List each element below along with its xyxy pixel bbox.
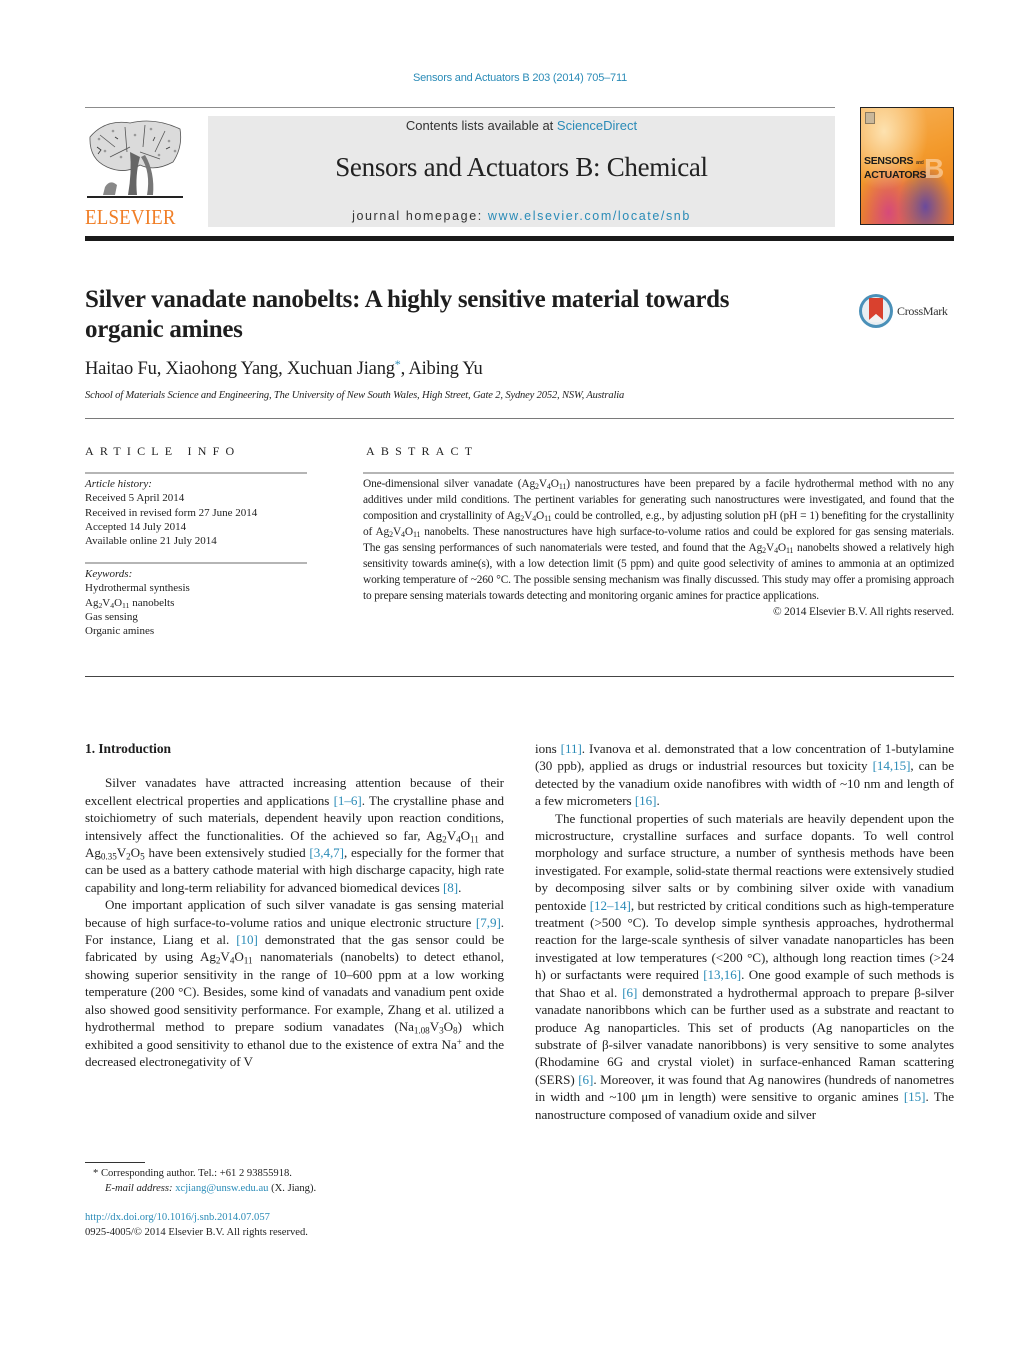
keyword-item: Hydrothermal synthesis (85, 582, 190, 595)
header-divider (85, 418, 954, 419)
author-list: Haitao Fu, Xiaohong Yang, Xuchuan Jiang*… (85, 357, 483, 379)
body-paragraph: Silver vanadates have attracted increasi… (85, 775, 504, 895)
masthead-top-rule (85, 107, 835, 108)
article-history-label: Article history: (85, 478, 152, 490)
article-info-heading: ARTICLE INFO (85, 444, 241, 458)
abstract-bottom-rule (85, 676, 954, 677)
body-column-right: ions [11]. Ivanova et al. demonstrated t… (535, 740, 954, 1123)
keywords: Keywords: Hydrothermal synthesis Ag2V4O1… (85, 567, 190, 638)
journal-masthead: Contents lists available at ScienceDirec… (208, 116, 835, 227)
reference-link[interactable]: [10] (236, 932, 258, 947)
journal-homepage-link[interactable]: www.elsevier.com/locate/snb (488, 209, 691, 223)
reference-link[interactable]: [12–14] (590, 898, 631, 913)
crossmark-icon (859, 294, 893, 328)
author-name[interactable]: Xuchuan Jiang (287, 359, 395, 379)
reference-link[interactable]: [6] (578, 1072, 593, 1087)
keyword-item: Organic amines (85, 625, 155, 638)
footnote-corresponding: * Corresponding author. Tel.: +61 2 9385… (93, 1168, 292, 1179)
journal-homepage: journal homepage: www.elsevier.com/locat… (208, 209, 835, 223)
contents-availability: Contents lists available at ScienceDirec… (208, 118, 835, 133)
article-history: Article history: Received 5 April 2014 R… (85, 477, 257, 548)
reference-link[interactable]: [3,4,7] (309, 845, 344, 860)
crossmark-button[interactable]: CrossMark (858, 292, 958, 330)
abstract-copyright: © 2014 Elsevier B.V. All rights reserved… (772, 606, 954, 618)
reference-link[interactable]: [6] (622, 985, 637, 1000)
masthead-bottom-rule (85, 236, 954, 241)
cover-title: SENSORS and ACTUATORS (864, 155, 927, 181)
journal-title: Sensors and Actuators B: Chemical (335, 152, 708, 182)
reference-link[interactable]: [14,15] (873, 758, 911, 773)
reference-link[interactable]: [15] (904, 1089, 926, 1104)
homepage-prefix: journal homepage: (352, 209, 488, 223)
abstract-rule (363, 472, 954, 474)
history-item: Available online 21 July 2014 (85, 535, 217, 548)
history-item: Received in revised form 27 June 2014 (85, 506, 258, 519)
keywords-label: Keywords: (85, 568, 133, 580)
author-name[interactable]: Aibing Yu (408, 359, 482, 379)
reference-link[interactable]: [13,16] (703, 967, 741, 982)
email-link[interactable]: xcjiang@unsw.edu.au (175, 1183, 268, 1194)
keywords-rule (85, 562, 307, 564)
abstract-heading: ABSTRACT (366, 444, 479, 458)
cover-line2: ACTUATORS (864, 169, 927, 181)
article-title: Silver vanadate nanobelts: A highly sens… (85, 286, 730, 343)
history-item: Accepted 14 July 2014 (85, 520, 187, 533)
sciencedirect-link[interactable]: ScienceDirect (557, 118, 637, 133)
article-info-rule (85, 472, 307, 474)
doi-link[interactable]: http://dx.doi.org/10.1016/j.snb.2014.07.… (85, 1212, 270, 1223)
crossmark-label: CrossMark (897, 303, 948, 318)
cover-letter: B (924, 153, 945, 184)
keyword-item: Gas sensing (85, 610, 138, 623)
abstract-text: One-dimensional silver vanadate (Ag2V4O1… (363, 476, 954, 620)
keyword-item: Ag2V4O11 nanobelts (85, 596, 175, 610)
email-label: E-mail address: (105, 1182, 176, 1194)
body-paragraph: The functional properties of such materi… (535, 810, 954, 1122)
cover-line1: SENSORS (864, 155, 914, 167)
elsevier-logo[interactable]: ELSEVIER (85, 117, 185, 229)
reference-link[interactable]: [8] (443, 880, 458, 895)
contents-prefix: Contents lists available at (405, 118, 557, 133)
author-name[interactable]: Haitao Fu (85, 359, 157, 379)
author-name[interactable]: Xiaohong Yang (166, 359, 279, 379)
abstract-paragraph: One-dimensional silver vanadate (Ag2V4O1… (363, 478, 955, 602)
journal-citation-link[interactable]: Sensors and Actuators B 203 (2014) 705–7… (0, 72, 1020, 84)
history-item: Received 5 April 2014 (85, 492, 185, 505)
issn-copyright: 0925-4005/© 2014 Elsevier B.V. All right… (85, 1226, 308, 1238)
reference-link[interactable]: [11] (561, 741, 582, 756)
cover-and: and (915, 160, 924, 166)
journal-cover-image[interactable]: SENSORS and ACTUATORS B (860, 107, 954, 225)
body-paragraph: ions [11]. Ivanova et al. demonstrated t… (535, 741, 954, 809)
footnote-rule (85, 1162, 145, 1163)
reference-link[interactable]: [1–6] (334, 793, 362, 808)
body-paragraph: One important application of such silver… (85, 897, 504, 1069)
section-heading-introduction: 1. Introduction (85, 741, 172, 756)
cover-elsevier-emblem-icon (865, 112, 875, 124)
author-affiliation: School of Materials Science and Engineer… (85, 390, 625, 401)
corresponding-author-footnote: * Corresponding author. Tel.: +61 2 9385… (85, 1167, 505, 1196)
corresponding-author-mark[interactable]: * (395, 357, 401, 371)
elsevier-tree-icon (87, 120, 183, 198)
footnote-email: E-mail address: xcjiang@unsw.edu.au (X. … (105, 1182, 317, 1194)
doi-block: http://dx.doi.org/10.1016/j.snb.2014.07.… (85, 1211, 308, 1240)
elsevier-wordmark: ELSEVIER (85, 205, 176, 229)
reference-link[interactable]: [7,9] (476, 915, 501, 930)
reference-link[interactable]: [16] (635, 793, 657, 808)
body-column-left: 1. Introduction Silver vanadates have at… (85, 740, 504, 1070)
